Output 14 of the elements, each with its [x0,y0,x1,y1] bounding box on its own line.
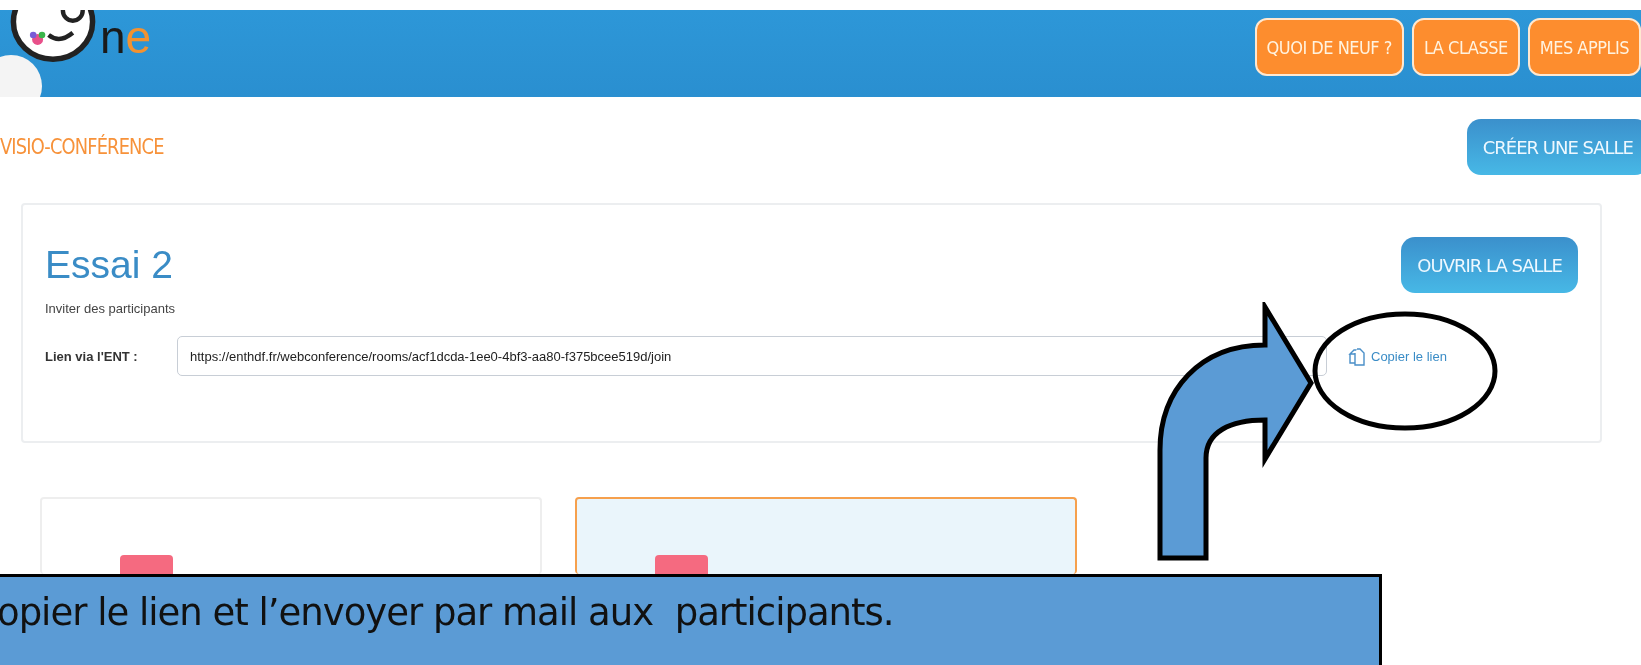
link-field[interactable]: https://enthdf.fr/webconference/rooms/acf1dcda-1ee0-4bf3-aa80-f375bcee519d/join [177,336,1327,376]
logo-text: ne [100,12,152,62]
copy-icon[interactable] [1347,346,1367,366]
open-room-button[interactable]: OUVRIR LA SALLE [1401,237,1578,293]
page-title: VISIO-CONFÉRENCE [0,135,164,159]
nav-button[interactable]: QUOI DE NEUF ? [1254,18,1404,76]
room-option-card[interactable] [575,497,1077,574]
link-label: Lien via l'ENT : [45,348,139,364]
create-room-button[interactable]: CRÉER UNE SALLE [1466,119,1641,175]
copy-link[interactable]: Copier le lien [1371,348,1447,364]
invite-label: Inviter des participants [45,301,177,316]
room-title: Essai 2 [45,243,173,287]
nav-button[interactable]: LA CLASSE [1411,18,1520,76]
nav-button[interactable]: MES APPLIS [1527,18,1641,76]
